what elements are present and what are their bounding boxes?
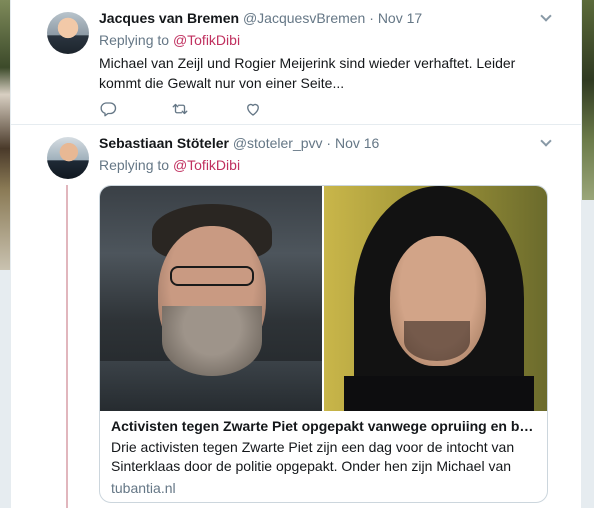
card-photo-right (324, 186, 547, 411)
separator: · (326, 135, 332, 151)
background-left (0, 0, 10, 508)
card-text: Activisten tegen Zwarte Piet opgepakt va… (111, 416, 536, 497)
replying-label: Replying to (99, 157, 170, 173)
background-right (582, 0, 594, 508)
reply-icon[interactable] (99, 100, 117, 118)
beard (404, 321, 470, 361)
glasses (170, 266, 254, 286)
separator: · (369, 10, 374, 26)
replying-label: Replying to (99, 32, 170, 48)
avatar[interactable] (47, 12, 89, 54)
author-handle[interactable]: @stoteler_pvv (233, 135, 323, 151)
card-title[interactable]: Activisten tegen Zwarte Piet opgepakt va… (111, 416, 536, 436)
avatar[interactable] (47, 137, 89, 179)
tweet-header: Jacques van Bremen @JacquesvBremen · Nov… (99, 10, 569, 30)
author-name[interactable]: Jacques van Bremen (99, 10, 239, 26)
thread-line (66, 185, 68, 508)
timestamp[interactable]: Nov 16 (335, 135, 379, 151)
author-name[interactable]: Sebastiaan Stöteler (99, 135, 229, 151)
chevron-down-icon[interactable] (539, 11, 553, 25)
author-handle[interactable]: @JacquesvBremen (243, 10, 365, 26)
mention-link[interactable]: @TofikDibi (173, 32, 240, 48)
retweet-icon[interactable] (171, 100, 189, 118)
background-photo-left (0, 0, 10, 270)
chevron-down-icon[interactable] (539, 136, 553, 150)
card-image[interactable] (100, 186, 547, 411)
tweet-actions (99, 100, 299, 118)
replying-to: Replying to @TofikDibi (99, 157, 240, 173)
tweet-header: Sebastiaan Stöteler @stoteler_pvv · Nov … (99, 135, 569, 155)
tweet-text: Michael van Zeijl und Rogier Meijerink s… (99, 55, 516, 91)
card-description: Drie activisten tegen Zwarte Piet zijn e… (111, 439, 515, 474)
mention-link[interactable]: @TofikDibi (173, 157, 240, 173)
replying-to: Replying to @TofikDibi (99, 32, 240, 48)
tweet[interactable]: Jacques van Bremen @JacquesvBremen · Nov… (11, 0, 581, 125)
background-photo-right (582, 0, 594, 200)
link-card[interactable]: Activisten tegen Zwarte Piet opgepakt va… (99, 185, 548, 503)
card-photo-left (100, 186, 322, 411)
tweet[interactable]: Sebastiaan Stöteler @stoteler_pvv · Nov … (11, 125, 581, 508)
like-icon[interactable] (244, 100, 262, 118)
tweet-thread: Jacques van Bremen @JacquesvBremen · Nov… (10, 0, 582, 508)
timestamp[interactable]: Nov 17 (378, 10, 422, 26)
card-domain: tubantia.nl (111, 480, 176, 496)
beard (162, 306, 262, 376)
coat (344, 376, 534, 411)
